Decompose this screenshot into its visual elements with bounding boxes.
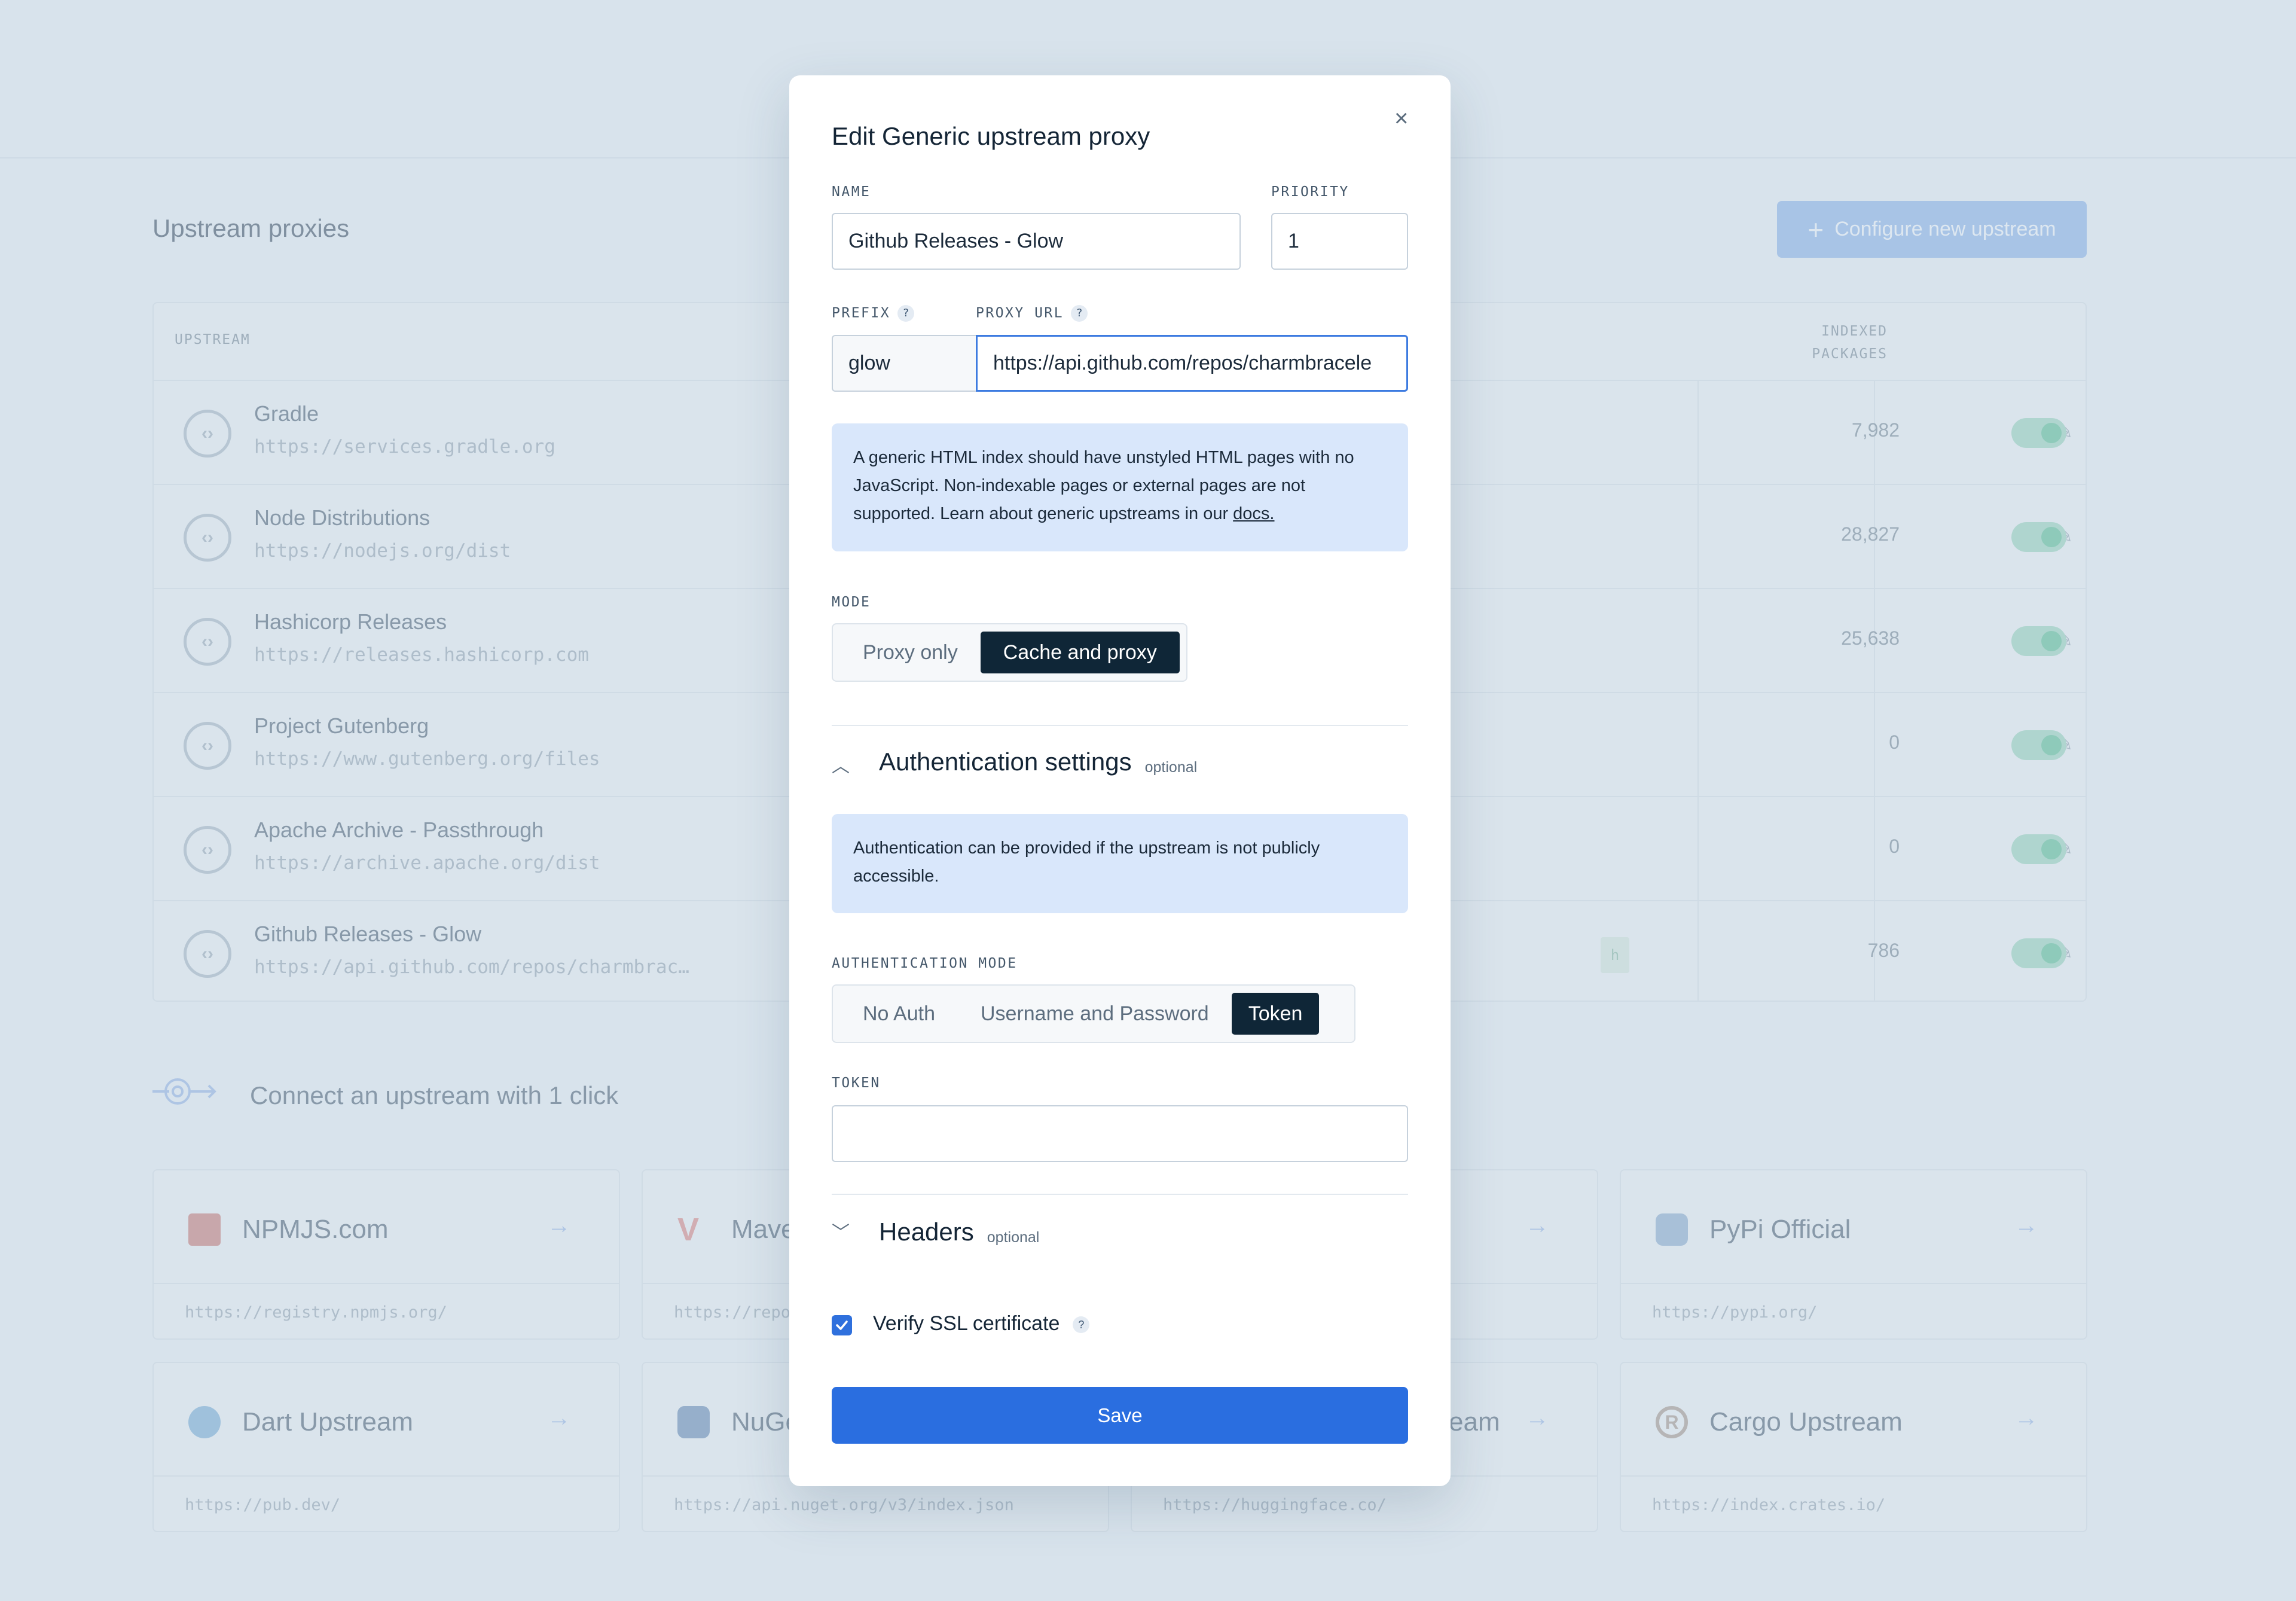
auth-option-token[interactable]: Token (1231, 993, 1320, 1035)
save-button[interactable]: Save (832, 1387, 1408, 1444)
chevron-up-icon[interactable]: ︿ (832, 751, 850, 777)
prefix-label: PREFIX? (832, 305, 915, 322)
name-label: NAME (832, 184, 871, 200)
mode-option-proxy-only[interactable]: Proxy only (840, 632, 981, 673)
close-icon[interactable]: × (1394, 105, 1408, 132)
name-input[interactable] (832, 213, 1241, 270)
headers-section-title: Headers (879, 1218, 974, 1246)
priority-input[interactable] (1271, 213, 1408, 270)
verify-ssl-label[interactable]: Verify SSL certificate? (873, 1312, 1090, 1335)
proxy-url-label-text: PROXY URL (976, 305, 1064, 321)
generic-info-callout: A generic HTML index should have unstyle… (832, 423, 1408, 551)
divider (832, 725, 1408, 726)
mode-label: MODE (832, 594, 871, 610)
help-icon[interactable]: ? (897, 305, 915, 322)
mode-option-cache-and-proxy[interactable]: Cache and proxy (980, 632, 1180, 673)
auth-info-callout: Authentication can be provided if the up… (832, 814, 1408, 913)
optional-badge: optional (1144, 759, 1198, 776)
chevron-down-icon[interactable]: ﹀ (832, 1218, 850, 1244)
proxy-url-input[interactable] (976, 335, 1408, 392)
token-label: TOKEN (832, 1075, 881, 1091)
prefix-label-text: PREFIX (832, 305, 891, 321)
auth-option-username-password[interactable]: Username and Password (958, 993, 1232, 1035)
verify-ssl-label-text: Verify SSL certificate (873, 1312, 1060, 1335)
checkmark-icon (836, 1321, 848, 1330)
prefix-field[interactable]: glow (832, 335, 976, 392)
auth-section-header[interactable]: Authentication settings optional (879, 748, 1197, 776)
auth-option-no-auth[interactable]: No Auth (840, 993, 958, 1035)
proxy-url-label: PROXY URL? (976, 305, 1088, 322)
modal-title: Edit Generic upstream proxy (832, 122, 1150, 150)
auth-section-title: Authentication settings (879, 748, 1132, 776)
divider (832, 1194, 1408, 1195)
info-text: A generic HTML index should have unstyle… (853, 448, 1354, 523)
mode-segmented-control: Proxy only Cache and proxy (832, 623, 1187, 682)
help-icon[interactable]: ? (1073, 1316, 1090, 1334)
priority-label: PRIORITY (1271, 184, 1349, 200)
help-icon[interactable]: ? (1071, 305, 1088, 322)
headers-section-header[interactable]: Headers optional (879, 1218, 1039, 1246)
verify-ssl-checkbox[interactable] (832, 1315, 852, 1335)
auth-mode-segmented-control: No Auth Username and Password Token (832, 984, 1355, 1043)
optional-badge: optional (987, 1229, 1040, 1246)
docs-link[interactable]: docs. (1233, 504, 1274, 523)
edit-upstream-modal: Edit Generic upstream proxy × NAME PRIOR… (789, 75, 1451, 1486)
token-input[interactable] (832, 1105, 1408, 1162)
auth-mode-label: AUTHENTICATION MODE (832, 956, 1018, 971)
